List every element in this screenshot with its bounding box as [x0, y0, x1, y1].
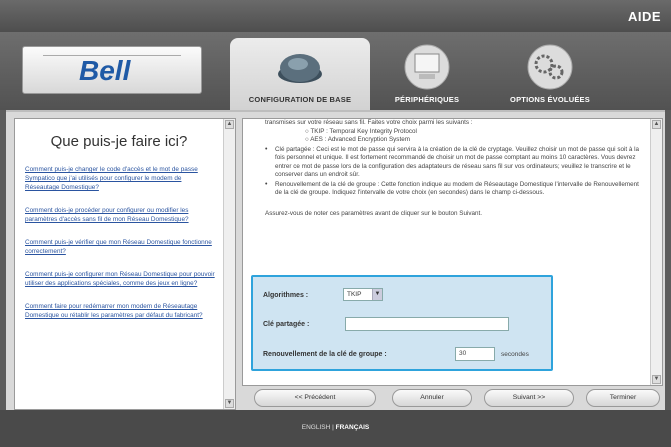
- scroll-up-icon[interactable]: ▲: [225, 120, 234, 129]
- group-key-renewal-label: Renouvellement de la clé de groupe :: [263, 351, 387, 358]
- content-scroll-track[interactable]: ▲ ▼: [651, 119, 663, 385]
- computer-icon: [404, 44, 450, 90]
- modem-icon: [278, 54, 322, 83]
- security-form: Algorithmes : TKIP ▼ Clé partagée : Reno…: [251, 275, 553, 371]
- group-key-description: Renouvellement de la clé de groupe : Cet…: [265, 181, 645, 198]
- group-key-renewal-input[interactable]: 30: [455, 347, 495, 361]
- help-scrollbar[interactable]: ▲ ▼: [223, 119, 235, 409]
- help-link-change-password[interactable]: Comment puis-je changer le code d'accès …: [25, 165, 215, 192]
- help-link-restart-modem[interactable]: Comment faire pour redémarrer mon modem …: [25, 302, 215, 320]
- content-scrollbar[interactable]: ▲ ▼: [650, 119, 662, 385]
- algorithms-select[interactable]: TKIP ▼: [343, 288, 383, 301]
- help-link[interactable]: AIDE: [628, 9, 661, 24]
- intro-text: transmises sur votre réseau sans fil. Fa…: [265, 119, 473, 126]
- help-title: Que puis-je faire ici?: [50, 133, 188, 150]
- logo-text: Bell: [79, 55, 131, 86]
- footer: ENGLISH | FRANÇAIS: [0, 410, 671, 447]
- shared-key-description: Clé partagée : Ceci est le mot de passe …: [265, 146, 645, 180]
- algorithms-label: Algorithmes :: [263, 292, 309, 299]
- gears-icon: [527, 44, 573, 90]
- shared-key-label: Clé partagée :: [263, 321, 310, 328]
- tab-peripherals[interactable]: PÉRIPHÉRIQUES: [372, 38, 482, 110]
- top-bar: AIDE: [0, 0, 671, 32]
- instructions-text: transmises sur votre réseau sans fil. Fa…: [265, 119, 645, 218]
- help-link-check-network[interactable]: Comment puis-je vérifier que mon Réseau …: [25, 238, 215, 256]
- tab-advanced-options[interactable]: OPTIONS ÉVOLUÉES: [490, 38, 610, 110]
- algorithms-value: TKIP: [347, 291, 362, 298]
- main-frame: Que puis-je faire ici? Comment puis-je c…: [6, 110, 665, 410]
- shared-key-input[interactable]: [345, 317, 509, 331]
- cancel-button[interactable]: Annuler: [392, 389, 472, 407]
- chevron-down-icon[interactable]: ▼: [372, 289, 382, 300]
- content-panel: transmises sur votre réseau sans fil. Fa…: [242, 118, 663, 386]
- next-button[interactable]: Suivant >>: [484, 389, 574, 407]
- help-panel: Que puis-je faire ici? Comment puis-je c…: [14, 118, 236, 410]
- renewal-unit: secondes: [501, 351, 529, 358]
- tkip-item: ○ TKIP : Temporal Key Integrity Protocol: [305, 127, 417, 135]
- tab-label: CONFIGURATION DE BASE: [248, 95, 352, 104]
- save-note: Assurez-vous de noter ces paramètres ava…: [265, 209, 483, 217]
- tab-basic-configuration[interactable]: CONFIGURATION DE BASE: [230, 38, 370, 110]
- navigation-buttons: << Précédent Annuler Suivant >> Terminer: [242, 389, 663, 409]
- english-link[interactable]: ENGLISH: [302, 424, 331, 431]
- tab-label: PÉRIPHÉRIQUES: [394, 95, 460, 104]
- scroll-down-icon[interactable]: ▼: [225, 399, 234, 408]
- finish-button[interactable]: Terminer: [586, 389, 660, 407]
- help-link-wireless-settings[interactable]: Comment dois-je procéder pour configurer…: [25, 206, 215, 224]
- aes-item: ○ AES : Advanced Encryption System: [305, 136, 410, 143]
- language-switch: ENGLISH | FRANÇAIS: [0, 424, 671, 431]
- previous-button[interactable]: << Précédent: [254, 389, 376, 407]
- french-link[interactable]: FRANÇAIS: [336, 424, 370, 431]
- bell-logo: Bell: [22, 46, 202, 94]
- scroll-down-icon[interactable]: ▼: [652, 375, 661, 384]
- language-separator: |: [332, 424, 334, 431]
- help-link-special-apps[interactable]: Comment puis-je configurer mon Réseau Do…: [25, 270, 215, 288]
- help-links: Comment puis-je changer le code d'accès …: [25, 165, 215, 334]
- tab-label: OPTIONS ÉVOLUÉES: [510, 95, 590, 104]
- header: Bell CONFIGURATION DE BASE PÉRIPHÉRIQUES…: [0, 32, 671, 110]
- scroll-up-icon[interactable]: ▲: [652, 120, 661, 129]
